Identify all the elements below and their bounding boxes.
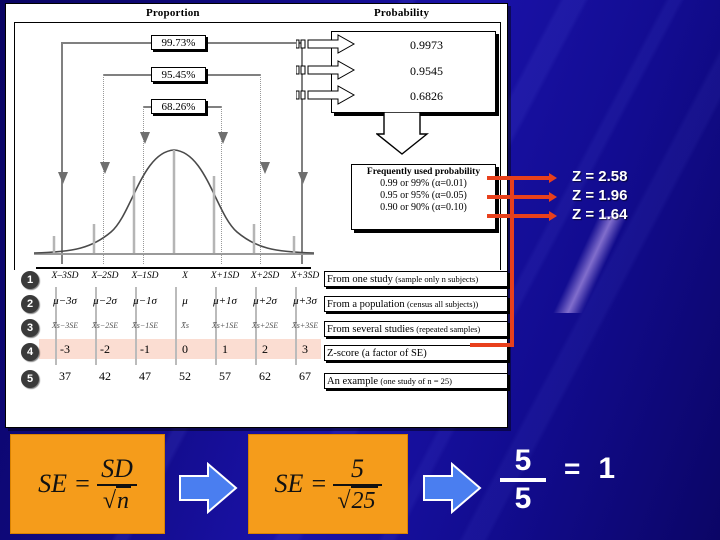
table-row: -3 -2 -1 0 1 2 3	[39, 342, 321, 362]
main-white-panel: Proportion Probability 99.73% 95.45% 68.…	[5, 3, 508, 428]
desc-main: From a population	[327, 299, 405, 310]
radicand: 25	[350, 485, 378, 514]
table-row: X–3SD X–2SD X–1SD X X+1SD X+2SD X+3SD	[39, 271, 321, 291]
formula-box-se-numeric: SE = 5 √25	[248, 434, 408, 534]
formula-numerator: 5	[350, 453, 364, 483]
bracket-arrowheads	[58, 132, 308, 184]
result-value: 1	[598, 452, 616, 485]
proportion-box-9545: 95.45%	[151, 67, 206, 82]
z-value-258: Z = 2.58	[572, 168, 628, 185]
formula-denominator: √25	[337, 485, 378, 514]
probability-value-9973: 0.9973	[410, 38, 443, 52]
sd-table: 1 2 3 4 5 X–3SD X–2SD X–1SD X X+1SD X+2S…	[14, 267, 508, 397]
red-connector-3	[487, 214, 549, 218]
desc-main: From several studies	[327, 324, 414, 335]
formula-lhs: SE =	[38, 469, 92, 498]
proportion-box-9973: 99.73%	[151, 35, 206, 50]
description-box-row3: From several studies (repeated samples)	[324, 321, 508, 337]
bracket-line-9973-left	[61, 42, 151, 44]
bracket-line-9545-left	[103, 74, 151, 76]
result-denominator: 5	[514, 482, 532, 515]
red-arrowhead-1	[549, 173, 557, 183]
table-row: X̄s−3SE X̄s−2SE X̄s−1SE X̄s X̄s+1SE X̄s+…	[39, 321, 321, 341]
bracket-line-9545-right	[206, 74, 261, 76]
formula-box-se-general: SE = SD √n	[10, 434, 165, 534]
block-arrow-down-icon	[376, 112, 429, 155]
table-row: μ−3σ μ−2σ μ−1σ μ μ+1σ μ+2σ μ+3σ	[39, 295, 321, 315]
red-arrowhead-3	[549, 211, 557, 221]
desc-main: An example	[327, 376, 379, 387]
red-elbow-to-zscore	[470, 343, 514, 347]
formula-lhs: SE =	[274, 469, 328, 498]
table-top-rule	[36, 267, 311, 269]
bracket-line-9973-right	[206, 42, 303, 44]
freq-line-90: 0.90 or 90% (α=0.10)	[380, 202, 467, 213]
z-value-164: Z = 1.64	[572, 206, 628, 223]
freq-title: Frequently used probability	[366, 167, 481, 177]
bracket-line-6826-right	[206, 106, 222, 108]
formula-denominator: √n	[102, 485, 132, 514]
z-value-196: Z = 1.96	[572, 187, 628, 204]
result-numerator: 5	[514, 444, 532, 477]
desc-sub: (one study of n = 25)	[380, 376, 453, 386]
description-box-row5: An example (one study of n = 25)	[324, 373, 508, 389]
probability-header: Probability	[374, 7, 430, 19]
description-box-row2: From a population (census all subjects))	[324, 296, 508, 312]
probability-value-9545: 0.9545	[410, 64, 443, 78]
red-connector-1	[487, 176, 549, 180]
red-trunk-vertical	[510, 176, 514, 347]
desc-sub: (census all subjects))	[406, 299, 479, 309]
proportion-box-6826: 68.26%	[151, 99, 206, 114]
proportion-header: Proportion	[146, 7, 200, 19]
radicand: n	[116, 485, 132, 514]
desc-sub: (repeated samples)	[416, 324, 481, 334]
frequently-used-probability-box: Frequently used probability 0.99 or 99% …	[351, 164, 496, 230]
desc-sub: (sample only n subjects)	[395, 274, 479, 284]
result-equals: =	[564, 453, 581, 484]
red-arrowhead-2	[549, 192, 557, 202]
probability-value-6826: 0.6826	[410, 89, 443, 103]
freq-line-99: 0.99 or 99% (α=0.01)	[380, 178, 467, 189]
blue-block-arrow-right-icon-2	[423, 462, 482, 514]
block-arrow-group	[296, 34, 356, 105]
blue-block-arrow-right-icon	[179, 462, 238, 514]
formula-numerator: SD	[101, 453, 133, 483]
description-box-row4: Z-score (a factor of SE)	[324, 345, 508, 361]
desc-main: Z-score (a factor of SE)	[327, 348, 427, 359]
final-result-expression: 5 5 = 1	[500, 444, 615, 516]
description-box-row1: From one study (sample only n subjects)	[324, 271, 508, 287]
desc-main: From one study	[327, 274, 393, 285]
freq-line-95: 0.95 or 95% (α=0.05)	[380, 190, 467, 201]
red-connector-2	[487, 195, 549, 199]
table-row: 37 42 47 52 57 62 67	[39, 369, 321, 389]
